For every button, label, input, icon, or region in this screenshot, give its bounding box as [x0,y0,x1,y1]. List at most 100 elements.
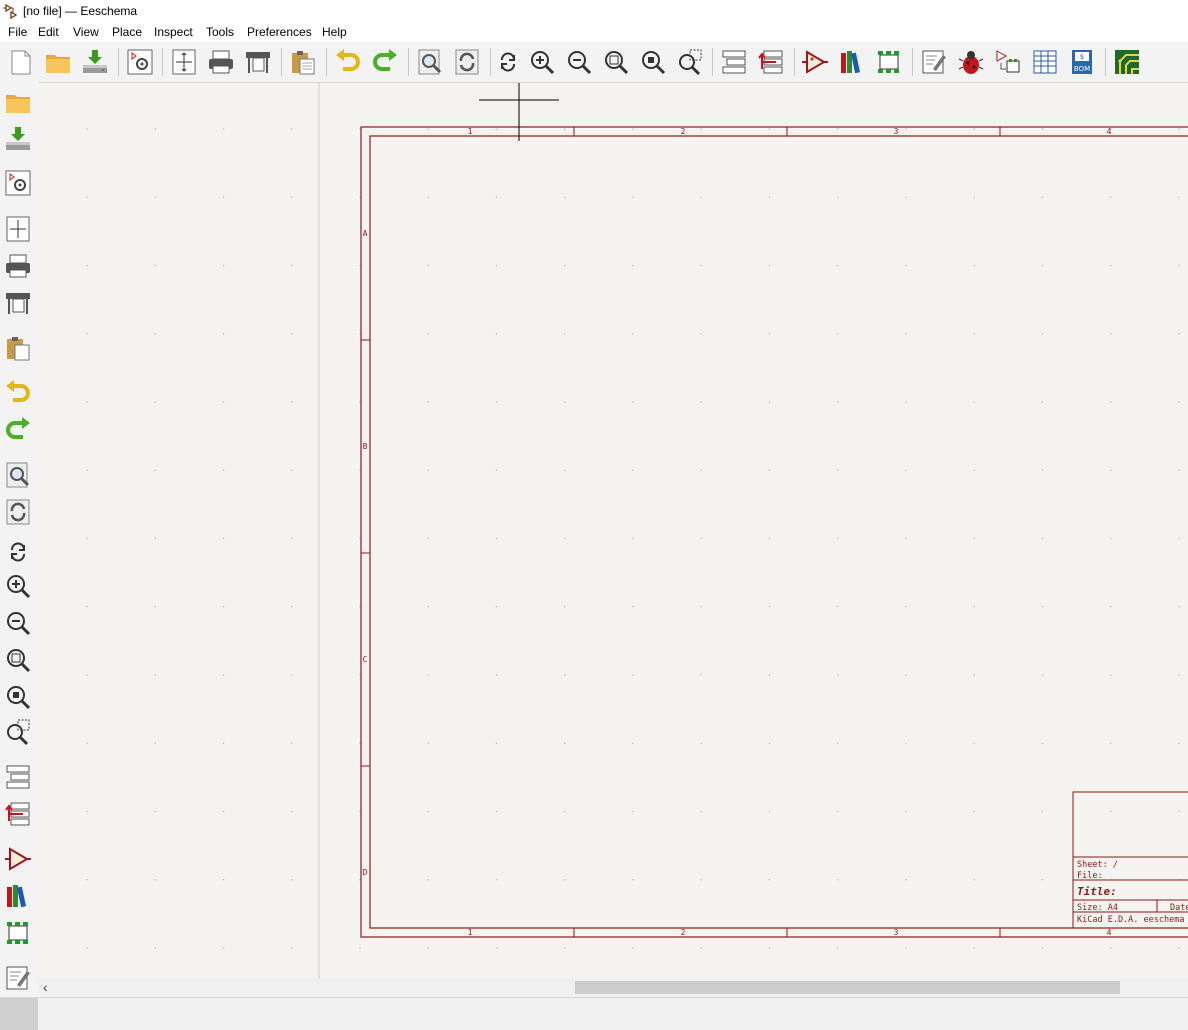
open-folder-icon[interactable] [3,87,33,117]
schematic-setup-icon[interactable] [3,168,33,198]
column-label-top: 1 [468,127,473,136]
zoom-out-icon[interactable] [3,608,33,638]
page-settings-icon[interactable] [3,214,33,244]
status-bar [0,997,1188,1030]
find-icon[interactable] [3,460,33,490]
refresh-icon[interactable] [493,47,523,77]
main-toolbar: $ BOM [0,42,1188,82]
title-block-footer: KiCad E.D.A. eeschema [1077,915,1184,925]
column-label-bottom: 2 [681,928,686,937]
save-icon[interactable] [80,47,110,77]
status-bar-panel [0,998,38,1030]
zoom-fit-icon[interactable] [601,47,631,77]
menu-place[interactable]: Place [111,25,143,39]
annotate-icon[interactable] [3,963,33,993]
menu-preferences[interactable]: Preferences [246,25,313,39]
row-label: B [363,442,368,451]
paste-icon[interactable] [288,47,318,77]
row-label: C [363,655,368,664]
symbol-library-browser-icon[interactable] [3,881,33,911]
eeschema-app-icon [3,4,18,19]
title-block-title: Title: [1077,885,1117,898]
column-label-bottom: 1 [468,928,473,937]
schematic-canvas[interactable]: 1 2 3 4 1 2 3 4 A B C D Sheet: / File: T… [39,82,1188,980]
title-block-file: File: [1077,871,1103,881]
zoom-in-icon[interactable] [527,47,557,77]
menu-file[interactable]: File [7,25,28,39]
redo-icon[interactable] [370,47,400,77]
leave-sheet-icon[interactable] [756,47,786,77]
title-block-size: Size: A4 [1077,903,1118,913]
find-replace-icon[interactable] [3,497,33,527]
assign-footprints-icon[interactable] [993,47,1023,77]
column-label-top: 4 [1107,127,1112,136]
title-bar: [no file] — Eeschema [0,0,1188,22]
symbol-fields-table-icon[interactable] [1030,47,1060,77]
zoom-selection-icon[interactable] [3,717,33,747]
symbol-editor-icon[interactable] [3,844,33,874]
horizontal-scrollbar[interactable]: ‹ [39,979,1188,996]
zoom-selection-icon[interactable] [675,47,705,77]
paste-icon[interactable] [3,333,33,363]
schematic-sheet: 1 2 3 4 1 2 3 4 A B C D Sheet: / File: T… [39,83,1188,980]
toolbar-separator [281,48,282,76]
toolbar-separator [490,48,491,76]
print-icon[interactable] [3,251,33,281]
column-label-top: 2 [681,127,686,136]
column-label-bottom: 3 [894,928,899,937]
refresh-icon[interactable] [3,537,33,567]
scrollbar-thumb[interactable] [575,981,1120,994]
left-toolbar [0,82,39,999]
schematic-setup-icon[interactable] [125,47,155,77]
find-icon[interactable] [415,47,445,77]
svg-text:$: $ [1080,53,1084,61]
zoom-objects-icon[interactable] [3,682,33,712]
print-icon[interactable] [206,47,236,77]
column-label-top: 3 [894,127,899,136]
zoom-objects-icon[interactable] [638,47,668,77]
toolbar-separator [326,48,327,76]
svg-text:BOM: BOM [1074,65,1090,73]
toolbar-separator [1105,48,1106,76]
column-label-bottom: 4 [1107,928,1112,937]
new-schematic-icon[interactable] [6,47,36,77]
page-settings-icon[interactable] [169,47,199,77]
hierarchy-navigator-icon[interactable] [3,762,33,792]
toolbar-separator [712,48,713,76]
zoom-in-icon[interactable] [3,571,33,601]
menu-inspect[interactable]: Inspect [153,25,194,39]
title-block-date: Date [1170,903,1188,913]
open-folder-icon[interactable] [43,47,73,77]
toolbar-separator [912,48,913,76]
bom-icon[interactable]: $ BOM [1067,47,1097,77]
toolbar-separator [408,48,409,76]
menu-tools[interactable]: Tools [205,25,235,39]
footprint-editor-icon[interactable] [3,918,33,948]
pcbnew-icon[interactable] [1112,47,1142,77]
title-block-sheet: Sheet: / [1077,860,1118,870]
footprint-editor-icon[interactable] [874,47,904,77]
menu-view[interactable]: View [72,25,100,39]
toolbar-separator [162,48,163,76]
toolbar-separator [794,48,795,76]
find-replace-icon[interactable] [452,47,482,77]
plot-icon[interactable] [3,288,33,318]
zoom-out-icon[interactable] [564,47,594,77]
save-icon[interactable] [3,124,33,154]
scroll-left-arrow-icon[interactable]: ‹ [43,979,48,995]
menu-help[interactable]: Help [321,25,348,39]
redo-icon[interactable] [3,415,33,445]
toolbar-separator [118,48,119,76]
hierarchy-navigator-icon[interactable] [719,47,749,77]
annotate-icon[interactable] [919,47,949,77]
symbol-editor-icon[interactable] [800,47,830,77]
row-label: D [363,868,368,877]
plot-icon[interactable] [243,47,273,77]
menu-edit[interactable]: Edit [37,25,60,39]
undo-icon[interactable] [333,47,363,77]
undo-icon[interactable] [3,378,33,408]
erc-icon[interactable] [956,47,986,77]
symbol-library-browser-icon[interactable] [837,47,867,77]
leave-sheet-icon[interactable] [3,799,33,829]
zoom-fit-icon[interactable] [3,645,33,675]
